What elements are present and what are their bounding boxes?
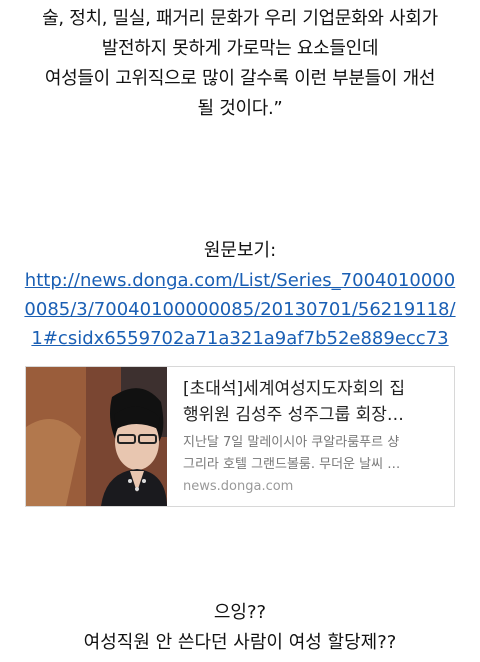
link-line[interactable]: http://news.donga.com/List/Series_700401… (0, 266, 480, 295)
bottom-text: 으잉?? 여성직원 안 쓴다던 사람이 여성 할당제?? (0, 598, 480, 658)
quote-line: 술, 정치, 밀실, 패거리 문화가 우리 기업문화와 사회가 (42, 8, 438, 29)
card-title[interactable]: [초대석]세계여성지도자회의 집 행위원 김성주 성주그룹 회장… (183, 376, 451, 428)
original-article-link[interactable]: http://news.donga.com/List/Series_700401… (0, 266, 480, 353)
card-description-line: 지난달 7일 말레이시아 쿠알라룸푸르 샹 (183, 435, 400, 450)
link-line[interactable]: 1#csidx6559702a71a321a9af7b52e889ecc73 (0, 324, 480, 353)
quote-line: 발전하지 못하게 가로막는 요소들인데 (101, 38, 379, 59)
article-thumbnail (26, 367, 167, 506)
quote-line: 여성들이 고위직으로 많이 갈수록 이런 부분들이 개선 (44, 68, 436, 89)
quote-text: 술, 정치, 밀실, 패거리 문화가 우리 기업문화와 사회가 발전하지 못하게… (0, 4, 480, 124)
original-label: 원문보기: (203, 240, 277, 261)
bottom-line: 여성직원 안 쓴다던 사람이 여성 할당제?? (83, 632, 397, 653)
portrait-image (26, 367, 167, 506)
card-text[interactable]: [초대석]세계여성지도자회의 집 행위원 김성주 성주그룹 회장… 지난달 7일… (183, 376, 451, 498)
card-title-line[interactable]: 행위원 김성주 성주그룹 회장… (183, 402, 451, 428)
card-title-line[interactable]: [초대석]세계여성지도자회의 집 (183, 376, 451, 402)
card-source: news.donga.com (183, 479, 294, 494)
link-line[interactable]: 0085/3/70040100000085/20130701/56219118/ (0, 295, 480, 324)
bottom-line: 으잉?? (213, 602, 267, 623)
link-preview-card[interactable]: [초대석]세계여성지도자회의 집 행위원 김성주 성주그룹 회장… 지난달 7일… (25, 366, 455, 507)
quote-line: 될 것이다.” (197, 98, 283, 119)
card-description-line: 그리라 호텔 그랜드볼룸. 무더운 날씨 … (183, 457, 401, 472)
card-description: 지난달 7일 말레이시아 쿠알라룸푸르 샹 그리라 호텔 그랜드볼룸. 무더운 … (183, 432, 451, 476)
